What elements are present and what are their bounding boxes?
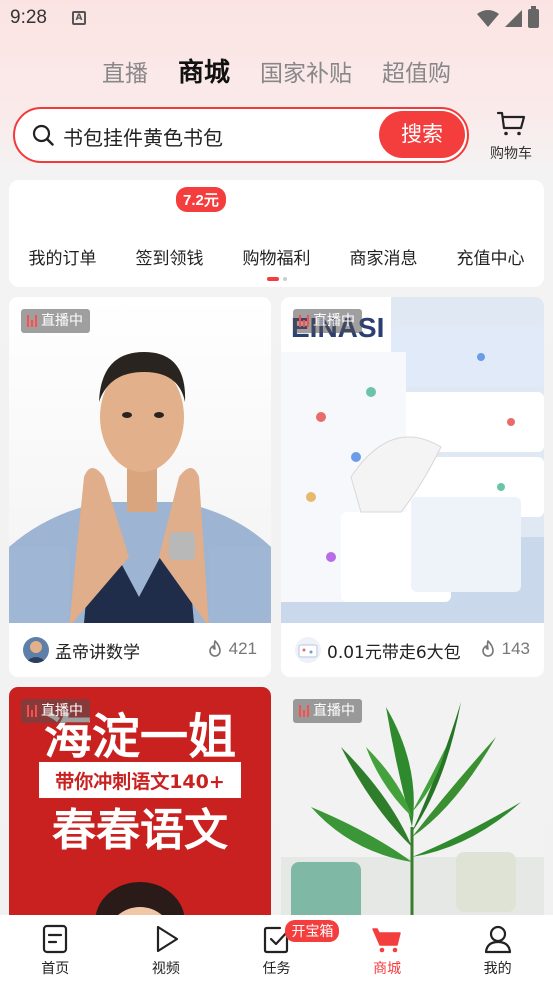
live-badge-label: 直播中: [41, 313, 83, 329]
page-indicator: [267, 277, 287, 281]
tab-value-buy[interactable]: 超值购: [382, 54, 451, 88]
search-input[interactable]: 书包挂件黄色书包: [63, 122, 223, 151]
nav-video[interactable]: 视频: [111, 915, 221, 984]
search-button[interactable]: 搜索: [379, 111, 465, 158]
heat-count: 143: [501, 639, 530, 658]
live-thumbnail-image: [9, 297, 271, 623]
avatar: [23, 637, 49, 663]
nav-label: 商城: [373, 961, 402, 977]
play-icon: [156, 925, 178, 953]
card-heat: 421: [205, 639, 257, 659]
status-time: 9:28: [10, 7, 47, 28]
nav-home[interactable]: 首页: [0, 915, 110, 984]
status-bar: 9:28 A: [0, 0, 553, 36]
wifi-icon: [477, 10, 499, 27]
flame-icon: [481, 640, 494, 657]
live-thumbnail-image: EINASI: [281, 297, 544, 623]
nav-me[interactable]: 我的: [443, 915, 553, 984]
page-dot: [283, 277, 287, 281]
reward-badge: 7.2元: [176, 187, 226, 212]
poster-title-2: 春春语文: [52, 805, 228, 856]
person-icon: [484, 925, 511, 954]
nav-label: 我的: [483, 961, 512, 977]
card-footer: 0.01元带走6大包 143: [281, 623, 544, 677]
live-indicator-icon: [299, 705, 309, 717]
nav-label: 首页: [41, 961, 70, 977]
live-badge: 直播中: [293, 699, 362, 723]
quick-recharge-center[interactable]: 充值中心: [457, 244, 525, 269]
quick-merchant-messages[interactable]: 商家消息: [350, 244, 418, 269]
quick-checkin[interactable]: 签到领钱: [136, 244, 204, 269]
live-badge: 直播中: [21, 699, 90, 723]
bottom-nav: 首页 视频 任务 开宝箱 商城 我的: [0, 915, 553, 984]
notification-app-icon: A: [72, 11, 86, 25]
quick-menu: 7.2元 我的订单 签到领钱 购物福利 商家消息 充值中心: [9, 180, 544, 287]
quick-shopping-benefits[interactable]: 购物福利: [243, 244, 311, 269]
nav-tasks[interactable]: 任务 开宝箱: [221, 915, 340, 984]
search-bar[interactable]: 书包挂件黄色书包 搜索: [13, 107, 469, 163]
cart-icon: [496, 111, 526, 136]
home-doc-icon: [43, 924, 68, 954]
nav-label: 视频: [151, 961, 180, 977]
nav-mall[interactable]: 商城: [332, 915, 442, 984]
feed-card-1[interactable]: 直播中 孟帝讲数学 421: [9, 297, 271, 677]
search-icon: [32, 124, 54, 146]
card-title: 0.01元带走6大包: [327, 642, 461, 663]
quick-my-orders[interactable]: 我的订单: [29, 244, 97, 269]
live-badge-label: 直播中: [313, 313, 355, 329]
signal-icon: [505, 10, 522, 27]
battery-icon: [528, 6, 539, 28]
feed-card-2[interactable]: EINASI 直播中 0.01元带走6大包 143: [281, 297, 544, 677]
live-badge-label: 直播中: [313, 703, 355, 719]
tab-national-subsidy[interactable]: 国家补贴: [260, 54, 352, 88]
live-badge: 直播中: [293, 309, 362, 333]
top-tabs: 直播 商城 国家补贴 超值购: [0, 52, 553, 89]
live-badge-label: 直播中: [41, 703, 83, 719]
heat-count: 421: [228, 639, 257, 658]
live-badge: 直播中: [21, 309, 90, 333]
card-heat: 143: [478, 639, 530, 659]
cart-label: 购物车: [490, 146, 532, 162]
nav-label: 任务: [262, 961, 291, 977]
live-indicator-icon: [27, 705, 37, 717]
tab-mall[interactable]: 商城: [178, 52, 230, 89]
tab-live[interactable]: 直播: [102, 54, 148, 88]
live-indicator-icon: [27, 315, 37, 327]
poster-subtitle: 带你冲刺语文140+: [55, 770, 225, 793]
cart-icon: [372, 928, 401, 953]
card-title: 孟帝讲数学: [55, 642, 140, 663]
page-dot-active: [267, 277, 279, 281]
card-footer: 孟帝讲数学 421: [9, 623, 271, 677]
avatar: [295, 637, 321, 663]
live-indicator-icon: [299, 315, 309, 327]
shopping-cart-button[interactable]: 购物车: [487, 108, 535, 163]
flame-icon: [208, 640, 221, 657]
